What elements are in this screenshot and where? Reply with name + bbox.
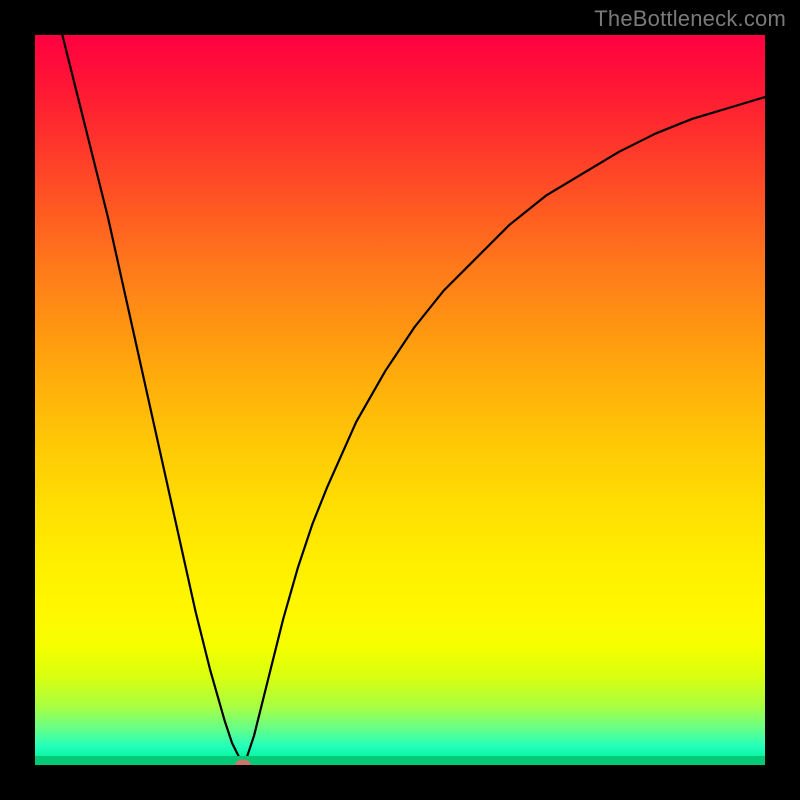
chart-root: TheBottleneck.com [0, 0, 800, 800]
watermark-text: TheBottleneck.com [594, 6, 786, 32]
plot-area [35, 35, 765, 765]
optimal-point-marker [235, 760, 251, 766]
green-bottom-bar [35, 756, 765, 765]
gradient-background [35, 35, 765, 765]
